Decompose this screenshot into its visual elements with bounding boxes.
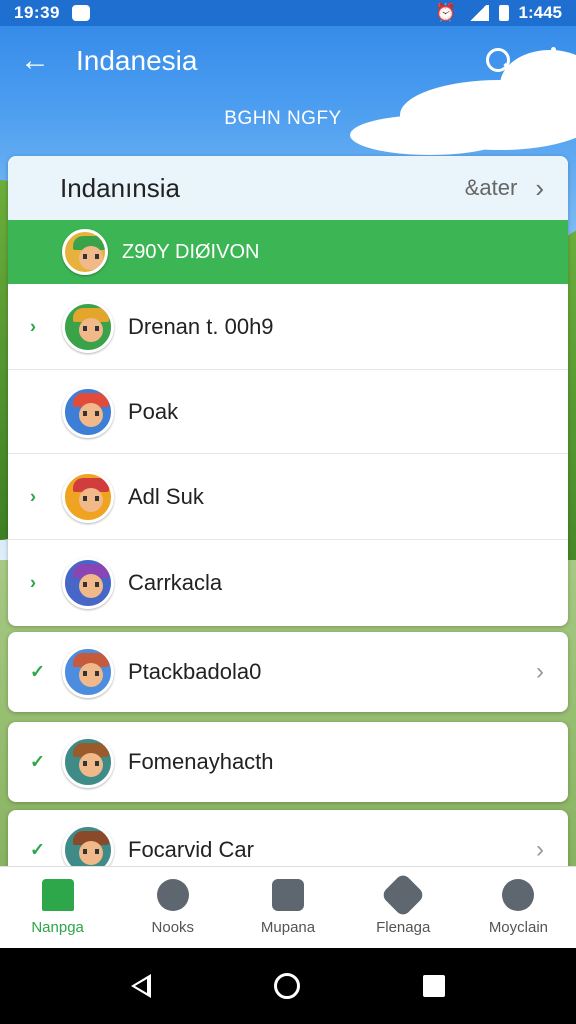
profile-icon xyxy=(502,879,535,911)
nav-label: Nanpga xyxy=(31,919,84,936)
avatar xyxy=(62,470,114,523)
nav-item-flenaga[interactable]: Flenaga xyxy=(346,867,461,948)
app-bar: ← Indanesia xyxy=(0,26,576,96)
nav-item-mupana[interactable]: Mupana xyxy=(230,867,345,948)
puzzle-icon xyxy=(156,879,189,911)
chevron-small-icon: › xyxy=(30,572,36,593)
list-item[interactable]: › Drenan t. 00h9 xyxy=(8,284,568,370)
list-item-name: Adl Suk xyxy=(128,483,204,509)
chevron-right-icon: › xyxy=(536,658,544,685)
nav-item-home[interactable]: Nanpga xyxy=(0,867,115,948)
chevron-small-icon: › xyxy=(30,486,36,506)
nav-label: Nooks xyxy=(151,919,195,936)
avatar xyxy=(62,646,114,698)
nav-item-moyclain[interactable]: Moyclain xyxy=(461,867,576,948)
list-item-name: Carrkacla xyxy=(128,570,223,595)
list-item[interactable]: ✓ Ptackbadola0 › xyxy=(8,632,568,712)
list-item-name: Poak xyxy=(128,398,179,424)
list-item[interactable]: ✓ Fomenayhacth xyxy=(8,722,568,802)
nav-label: Moyclain xyxy=(488,919,548,936)
nav-label: Mupana xyxy=(260,919,316,936)
avatar xyxy=(62,557,114,609)
status-right-text: 1:445 xyxy=(518,3,562,22)
list-item-name: Drenan t. 00h9 xyxy=(128,313,274,339)
check-icon: ✓ xyxy=(30,751,46,772)
back-arrow-icon[interactable]: ← xyxy=(20,44,60,78)
back-icon[interactable] xyxy=(131,974,152,998)
list-card: ✓ Ptackbadola0 › xyxy=(8,632,568,712)
more-vert-icon[interactable] xyxy=(550,47,556,75)
alarm-icon: ⏰ xyxy=(435,3,457,22)
cube-icon xyxy=(272,879,304,911)
page-title: Indanesia xyxy=(76,45,198,76)
later-label: &ater xyxy=(464,175,518,200)
search-icon[interactable] xyxy=(484,46,514,76)
chevron-small-icon: › xyxy=(30,316,36,336)
list-item-name: Ptackbadola0 xyxy=(128,659,262,684)
list-item[interactable]: Poak xyxy=(8,370,568,454)
check-icon: ✓ xyxy=(30,839,46,860)
list-item-name: Fomenayhacth xyxy=(128,749,274,774)
banner-label: Z90Y DIØIVON xyxy=(122,240,260,263)
avatar xyxy=(62,736,114,788)
nav-item-nooks[interactable]: Nooks xyxy=(115,867,230,948)
avatar xyxy=(62,385,114,438)
list-item[interactable]: › Adl Suk xyxy=(8,454,568,540)
signal-icon xyxy=(466,5,489,21)
highlight-banner[interactable]: Z90Y DIØIVON xyxy=(8,220,568,284)
card-title: Indanınsia xyxy=(60,172,180,203)
notification-icon xyxy=(71,5,90,21)
chevron-right-icon: › xyxy=(535,172,544,203)
system-navigation xyxy=(0,948,576,1024)
avatar xyxy=(62,300,114,353)
nav-label: Flenaga xyxy=(376,919,431,936)
list-item[interactable]: › Carrkacla xyxy=(8,540,568,626)
check-icon: ✓ xyxy=(30,661,46,682)
status-bar: 19:39 ⏰ 1:445 xyxy=(0,0,576,26)
main-card: Indanınsia &ater › Z90Y DIØIVON › Drenan… xyxy=(8,156,568,626)
home-circle-icon[interactable] xyxy=(273,973,300,999)
battery-icon xyxy=(498,5,509,21)
bottom-navigation: Nanpga Nooks Mupana Flenaga Moyclain xyxy=(0,866,576,948)
recents-icon[interactable] xyxy=(422,975,445,997)
later-link[interactable]: &ater › xyxy=(465,173,544,204)
status-time: 19:39 xyxy=(14,3,60,22)
home-icon xyxy=(41,879,74,911)
banner-avatar xyxy=(62,229,108,275)
list-card: ✓ Fomenayhacth xyxy=(8,722,568,802)
list-item-name: Focarvid Car xyxy=(128,837,254,862)
chevron-right-icon: › xyxy=(536,836,544,863)
app-subtitle: BGHN NGFY xyxy=(224,108,342,129)
card-header: Indanınsia &ater › xyxy=(8,156,568,220)
tools-icon xyxy=(380,872,426,918)
